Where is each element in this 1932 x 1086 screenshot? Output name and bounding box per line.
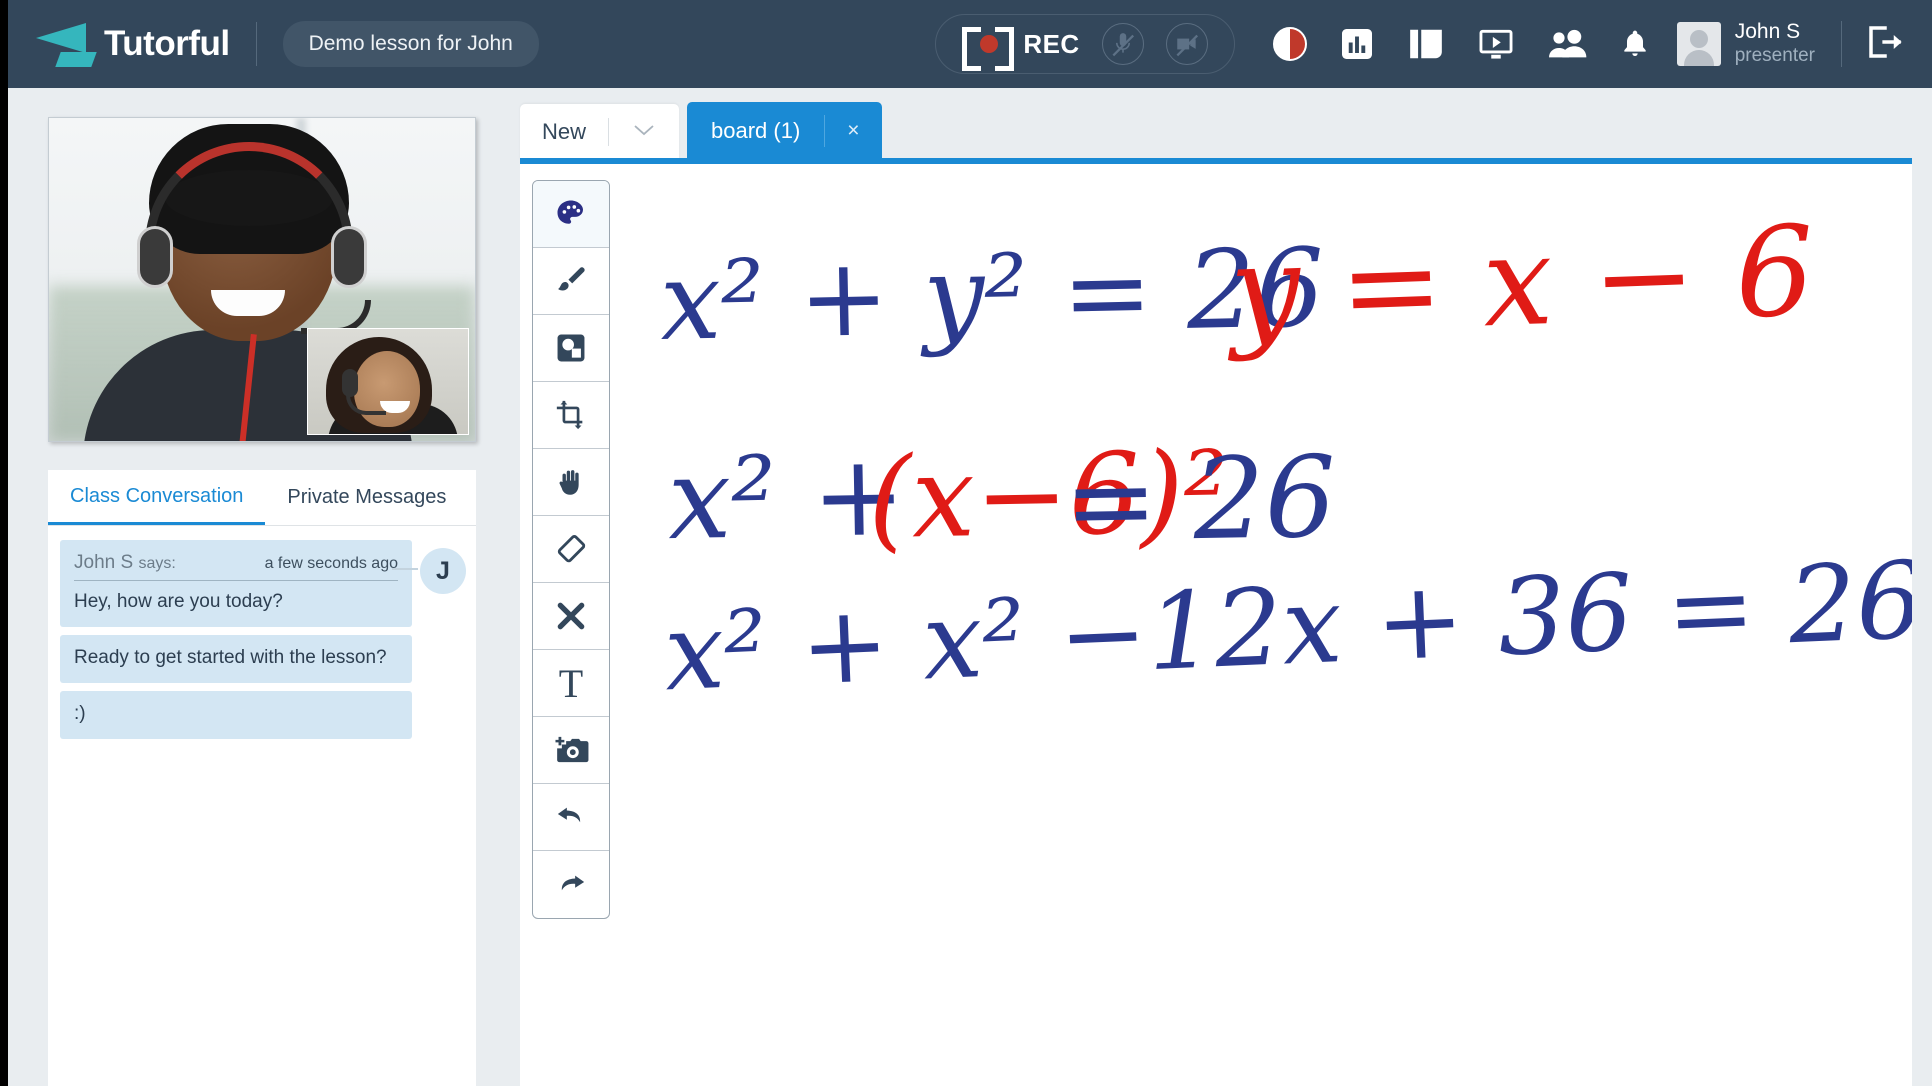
board-area: New board (1) × T x² + y² = 26 y = x − 6… — [508, 88, 1932, 1086]
new-board-button[interactable]: New — [520, 104, 680, 160]
close-x-icon — [557, 602, 585, 630]
new-board-label: New — [542, 119, 587, 144]
layout-panel-icon[interactable] — [1407, 25, 1445, 63]
palette-tool[interactable] — [533, 181, 609, 248]
message-header: John S says: a few seconds ago — [74, 552, 398, 581]
message-text: :) — [74, 703, 86, 724]
eraser-tool[interactable] — [533, 516, 609, 583]
logout-icon[interactable] — [1864, 21, 1906, 68]
brand-logo[interactable]: Tutorful — [8, 21, 230, 67]
message-text: Hey, how are you today? — [74, 591, 283, 612]
recording-controls-group: REC — [935, 14, 1235, 74]
palette-icon — [557, 200, 583, 224]
message-text: Ready to get started with the lesson? — [74, 647, 387, 668]
chat-tab-bar: Class Conversation Private Messages — [48, 470, 476, 526]
whiteboard-canvas[interactable]: x² + y² = 26 y = x − 6 x² + (x−6)² = 26 … — [620, 164, 1912, 1086]
bar-chart-icon[interactable] — [1339, 26, 1375, 62]
tab-private-messages[interactable]: Private Messages — [265, 470, 468, 525]
tab-class-conversation[interactable]: Class Conversation — [48, 470, 266, 525]
user-avatar-icon — [1676, 21, 1721, 66]
header-divider-2 — [1841, 21, 1842, 67]
hand-icon — [559, 470, 579, 495]
contrast-icon[interactable] — [1272, 27, 1307, 61]
message-author-suffix: says: — [138, 555, 176, 572]
main-video-tile[interactable] — [48, 117, 476, 442]
message-bubble: John S says: a few seconds ago Hey, how … — [60, 540, 412, 627]
message-bubble: Ready to get started with the lesson? — [60, 635, 412, 683]
whiteboard-toolbar: T — [532, 180, 610, 919]
crop-tool[interactable] — [533, 382, 609, 449]
close-icon[interactable]: × — [825, 119, 881, 143]
board-tab-1[interactable]: board (1) × — [687, 102, 882, 160]
ink-stroke-eq3: x² + x² −12x + 36 = 26 — [661, 538, 1912, 715]
pan-tool[interactable] — [533, 449, 609, 516]
screen-share-icon[interactable] — [1477, 25, 1515, 63]
microphone-muted-icon[interactable] — [1101, 23, 1144, 65]
app-header: Tutorful Demo lesson for John REC John S… — [8, 0, 1932, 88]
record-label: REC — [1023, 28, 1080, 59]
undo-arrow-icon — [557, 807, 581, 823]
add-image-tool[interactable] — [533, 717, 609, 784]
chat-panel: Class Conversation Private Messages John… — [48, 470, 476, 1086]
board-tab-bar: New board (1) × — [508, 88, 1932, 160]
message-timestamp: a few seconds ago — [264, 555, 398, 572]
tutorful-logo-icon — [36, 21, 97, 67]
redo-arrow-icon — [561, 875, 585, 890]
undo-tool[interactable] — [533, 784, 609, 851]
list-item[interactable]: John S says: a few seconds ago Hey, how … — [60, 540, 466, 627]
user-menu[interactable]: John S presenter — [1676, 20, 1815, 67]
tab-class-conversation-label: Class Conversation — [70, 484, 244, 507]
message-author: John S — [74, 552, 134, 573]
ink-stroke-eq2c: = 26 — [1062, 432, 1338, 568]
header-divider — [255, 22, 257, 66]
text-t-icon: T — [558, 660, 584, 706]
clear-tool[interactable] — [533, 583, 609, 650]
tab-private-messages-label: Private Messages — [287, 486, 447, 508]
list-item[interactable]: Ready to get started with the lesson? — [60, 635, 464, 683]
app-root: Tutorful Demo lesson for John REC John S… — [8, 0, 1932, 1086]
brush-tool[interactable] — [533, 248, 609, 315]
record-button[interactable]: REC — [962, 27, 1080, 71]
ink-stroke-eq1: x² + y² = 26 — [658, 226, 1326, 365]
bell-icon[interactable] — [1619, 27, 1651, 61]
board-tab-1-label: board (1) — [711, 118, 801, 143]
add-photo-icon — [555, 736, 589, 763]
shapes-tool[interactable] — [533, 315, 609, 382]
message-bubble: :) — [60, 691, 412, 739]
camera-muted-icon[interactable] — [1165, 23, 1208, 65]
user-name: John S — [1734, 20, 1801, 44]
ink-stroke-eq1b: y = x − 6 — [1227, 199, 1817, 365]
left-sidebar: Class Conversation Private Messages John… — [8, 88, 508, 1086]
paint-brush-icon — [558, 267, 585, 291]
avatar-connector — [392, 568, 418, 570]
record-frame-icon — [962, 27, 1015, 71]
self-video-thumbnail[interactable] — [307, 328, 469, 435]
crop-icon — [556, 400, 583, 430]
list-item[interactable]: :) — [60, 691, 464, 739]
text-tool[interactable]: T — [533, 650, 609, 717]
lesson-title-pill[interactable]: Demo lesson for John — [282, 21, 539, 67]
whiteboard[interactable]: T x² + y² = 26 y = x − 6 x² + (x−6)² = 2… — [520, 158, 1912, 1086]
message-list: John S says: a few seconds ago Hey, how … — [48, 526, 476, 739]
participants-icon[interactable] — [1547, 27, 1587, 61]
brand-name: Tutorful — [104, 24, 230, 63]
eraser-icon — [557, 535, 586, 563]
shapes-icon — [557, 334, 585, 362]
chevron-down-icon[interactable] — [609, 122, 679, 142]
avatar: J — [420, 548, 466, 594]
user-role: presenter — [1734, 45, 1815, 67]
redo-tool[interactable] — [533, 851, 609, 918]
